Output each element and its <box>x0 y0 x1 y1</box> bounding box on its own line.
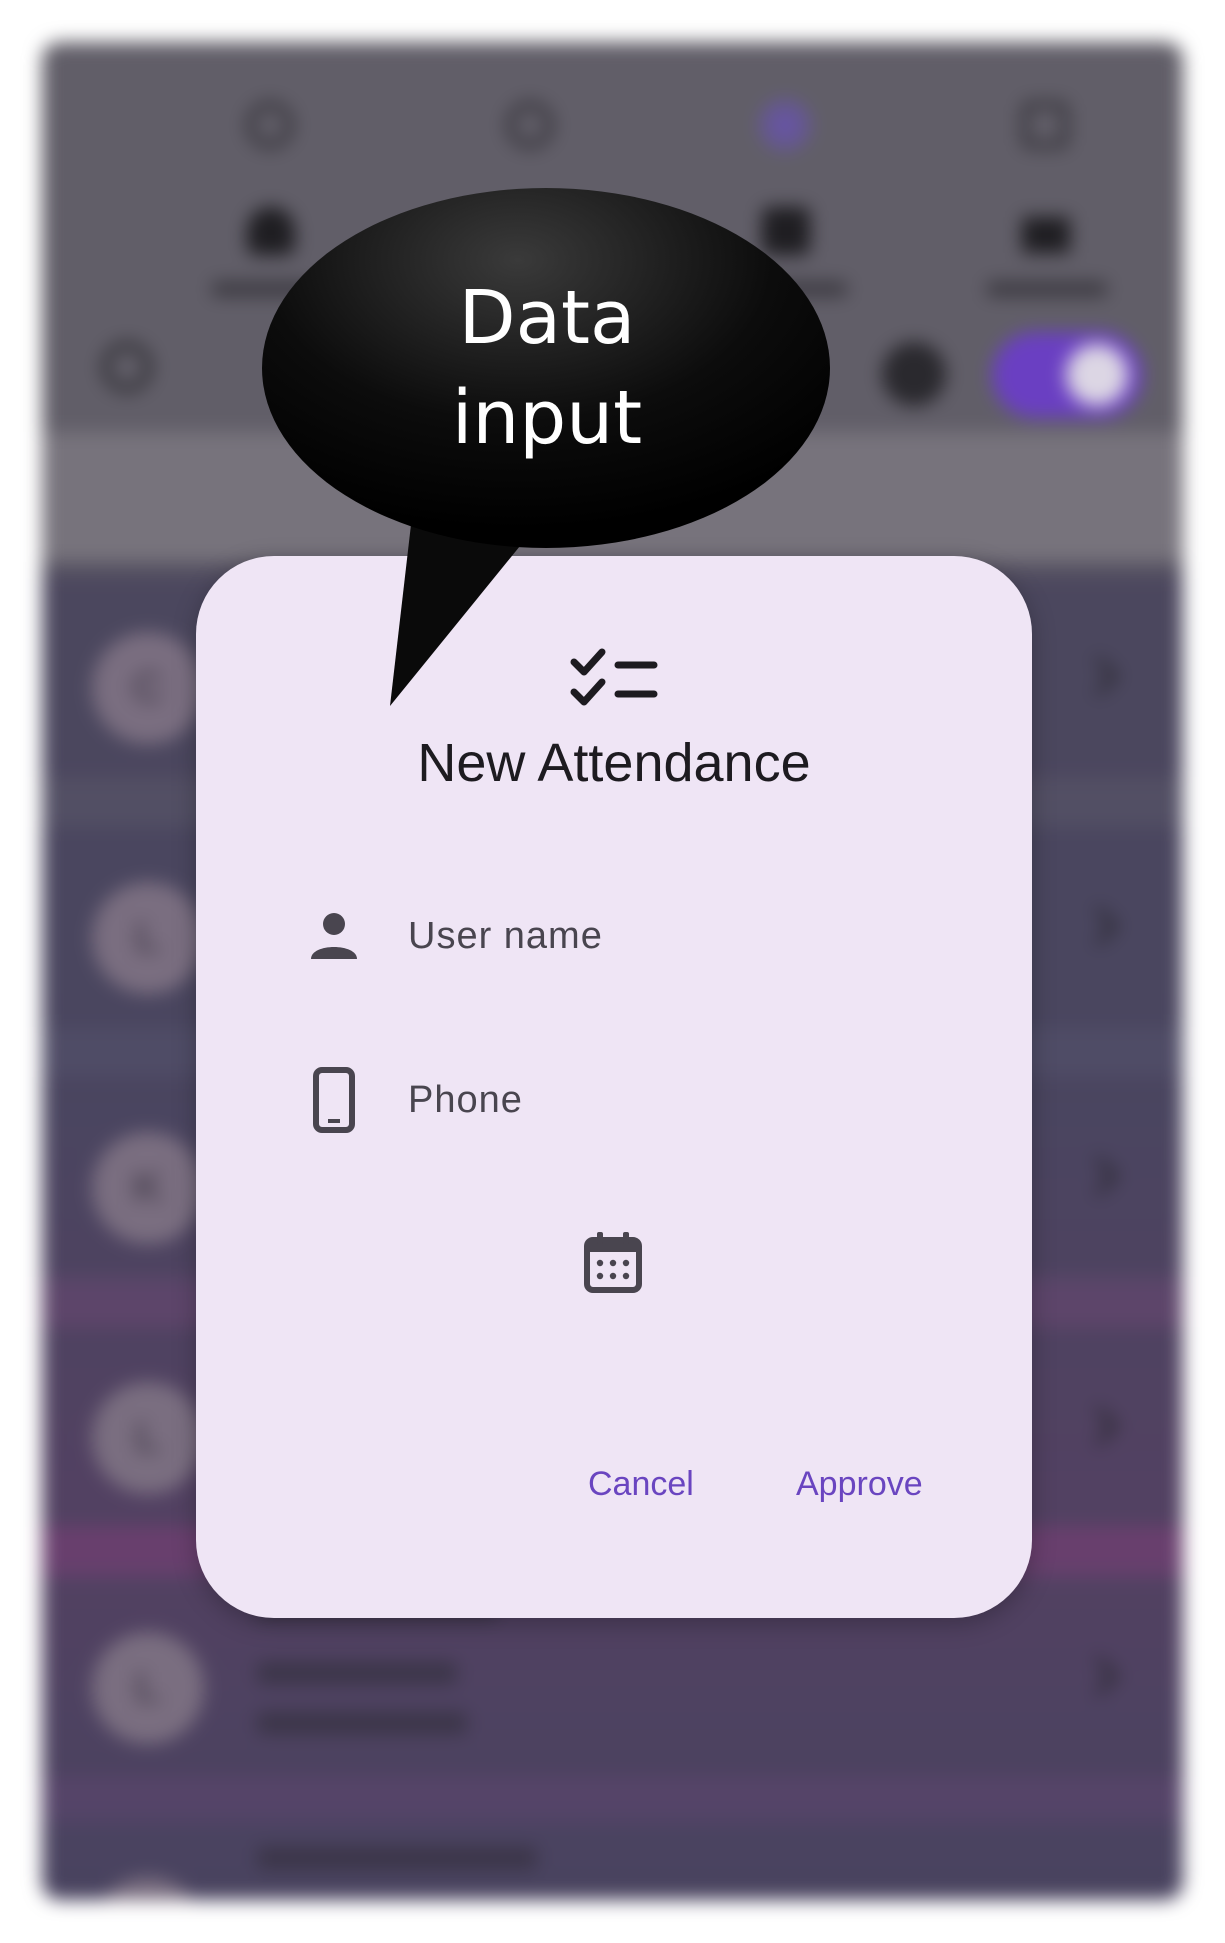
callout-line-1: Data <box>458 275 636 361</box>
avatar: K <box>92 1132 204 1244</box>
approve-button[interactable]: Approve <box>790 1454 929 1514</box>
sort-icon <box>1022 217 1070 253</box>
contrast-icon <box>882 342 946 406</box>
checkbox-icon <box>1022 102 1068 148</box>
chevron-right-icon <box>1079 1406 1119 1446</box>
list-item-time <box>257 1712 467 1734</box>
avatar: L <box>92 1632 204 1744</box>
list-item-title <box>257 1847 537 1869</box>
chevron-right-icon <box>1079 906 1119 946</box>
new-attendance-dialog: New Attendance User name Phone Cancel Ap… <box>196 556 1032 1618</box>
callout-text: Data input <box>262 268 832 468</box>
list-item-phone <box>257 1662 457 1684</box>
avatar: Y <box>92 1877 204 1900</box>
username-field <box>306 896 946 976</box>
person-icon <box>306 906 362 966</box>
chevron-right-icon <box>1079 1656 1119 1696</box>
chevron-right-icon <box>1079 656 1119 696</box>
phone-field <box>306 1060 946 1140</box>
list-item: Y <box>42 1822 1183 1900</box>
dark-mode-toggle <box>992 332 1142 418</box>
username-input[interactable] <box>406 913 910 959</box>
radio-icon <box>247 102 293 148</box>
calendar-icon <box>584 1232 642 1293</box>
phone-input[interactable] <box>406 1077 910 1123</box>
date-picker-button[interactable] <box>582 1230 644 1294</box>
chevron-right-icon <box>1079 1156 1119 1196</box>
callout-line-2: input <box>451 375 643 461</box>
dialog-title: New Attendance <box>417 733 811 793</box>
radio-selected-icon <box>762 102 808 148</box>
background-nav-item-ascending <box>967 82 1127 312</box>
smartphone-icon <box>306 1067 362 1133</box>
cancel-button[interactable]: Cancel <box>582 1454 700 1514</box>
search-icon <box>102 342 152 392</box>
avatar: L <box>92 882 204 994</box>
nav-label <box>987 282 1107 296</box>
avatar: C <box>92 632 204 744</box>
radio-icon <box>507 102 553 148</box>
avatar: L <box>92 1382 204 1494</box>
